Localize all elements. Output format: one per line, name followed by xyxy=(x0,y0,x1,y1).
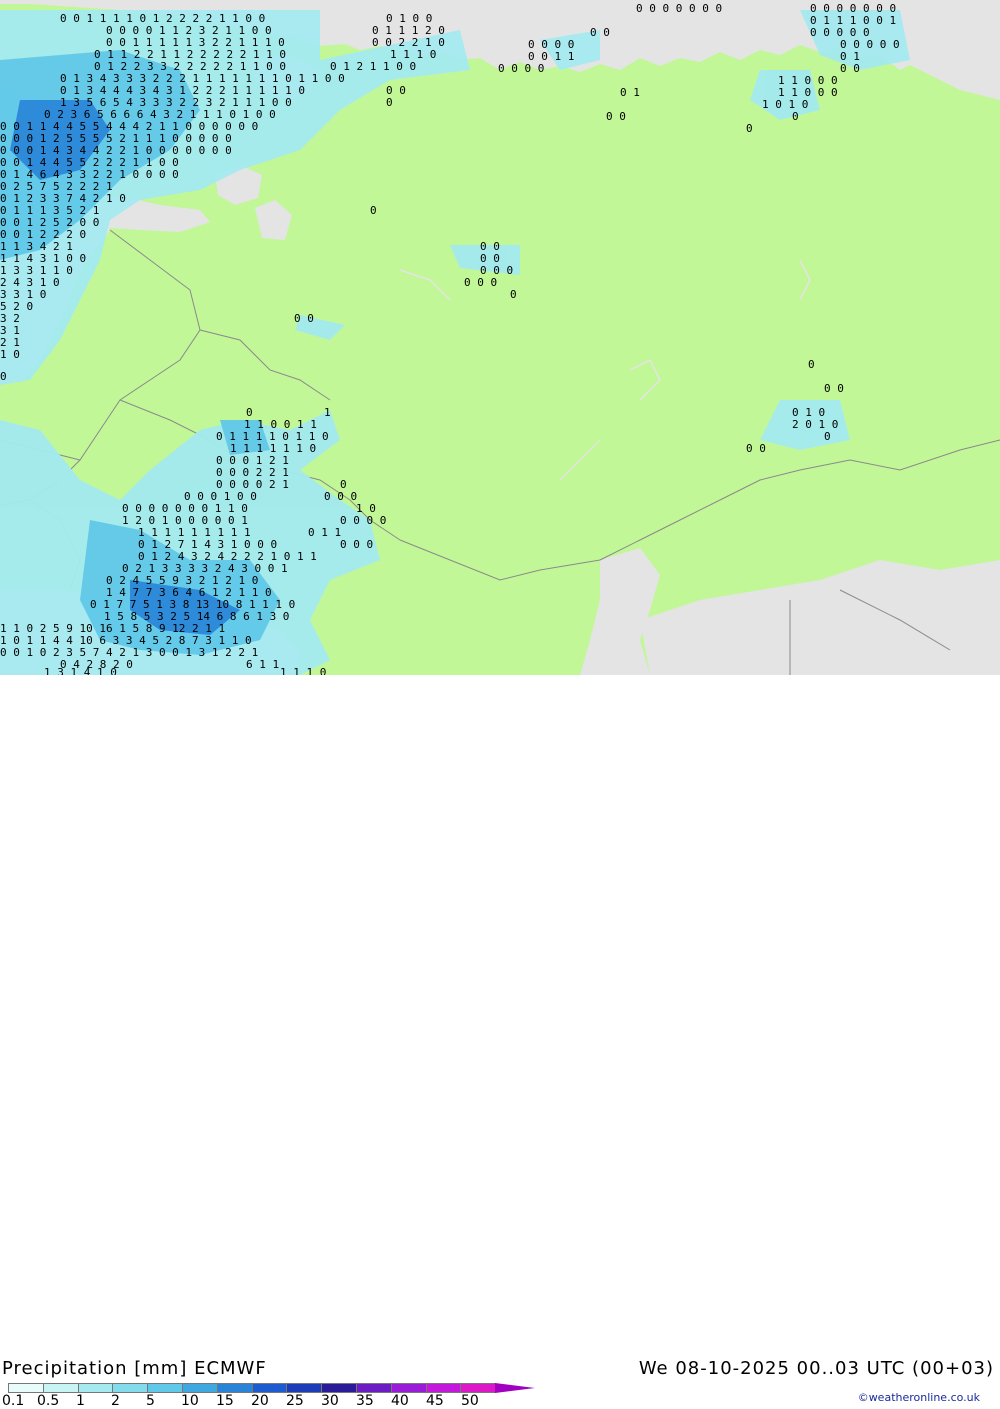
legend-colorbar xyxy=(8,1383,536,1393)
map-footer: Precipitation [mm] ECMWF We 08-10-2025 0… xyxy=(0,675,1000,1409)
value-row: 0 0 xyxy=(606,110,626,123)
south-outside xyxy=(640,560,1000,675)
value-row: 0 1 1 xyxy=(308,526,341,539)
value-row: 0 0 xyxy=(294,312,314,325)
value-row: 1 3 1 4 1 0 xyxy=(44,666,117,675)
legend-tick-label: 50 xyxy=(461,1393,479,1409)
precipitation-map: 0 0 1 1 1 1 0 1 2 2 2 2 1 1 0 0 0 1 0 0 … xyxy=(0,0,1000,675)
legend-ticks: 0.1 0.5 1 2 5 10 15 20 25 30 35 40 45 50 xyxy=(0,1393,560,1409)
legend-tick-label: 35 xyxy=(356,1393,374,1409)
value-row: 0 0 0 xyxy=(464,276,497,289)
value-row: 1 1 1 0 xyxy=(280,666,326,675)
legend-swatch-6 xyxy=(216,1383,253,1393)
legend-swatch-9 xyxy=(321,1383,357,1393)
legend-tick-label: 0.1 xyxy=(2,1393,25,1409)
value-row: 0 0 0 0 0 0 0 xyxy=(636,2,722,15)
legend-swatch-3 xyxy=(112,1383,149,1393)
precip-values: 0 0 1 1 1 1 0 1 2 2 2 2 1 1 0 0 0 1 0 0 … xyxy=(0,2,900,675)
value-row: 0 0 xyxy=(824,382,844,395)
legend-swatch-7 xyxy=(251,1383,288,1393)
legend-tick-label: 25 xyxy=(286,1393,304,1409)
value-row: 0 0 0 xyxy=(324,490,357,503)
legend-swatch-13 xyxy=(460,1383,497,1393)
value-row: 0 xyxy=(0,370,7,383)
map-canvas: 0 0 1 1 1 1 0 1 2 2 2 2 1 1 0 0 0 1 0 0 … xyxy=(0,0,1000,675)
value-row: 1 0 xyxy=(0,348,20,361)
legend-swatch-0 xyxy=(8,1383,44,1393)
value-row: 0 xyxy=(746,122,753,135)
legend-tick-label: 45 xyxy=(426,1393,444,1409)
legend-swatch-4 xyxy=(147,1383,183,1393)
legend-tick-label: 30 xyxy=(321,1393,339,1409)
value-row: 0 0 xyxy=(840,62,860,75)
legend-tick-label: 20 xyxy=(251,1393,269,1409)
forecast-time: We 08-10-2025 00..03 UTC (00+03) xyxy=(638,1358,994,1379)
value-row: 2 0 1 0 xyxy=(792,418,838,431)
value-row: 0 xyxy=(824,430,831,443)
value-row: 0 xyxy=(792,110,799,123)
value-row: 0 xyxy=(370,204,377,217)
value-row: 0 xyxy=(510,288,517,301)
legend-swatch-5 xyxy=(181,1383,218,1393)
legend-swatch-12 xyxy=(425,1383,462,1393)
weather-map-page: 0 0 1 1 1 1 0 1 2 2 2 2 1 1 0 0 0 1 0 0 … xyxy=(0,0,1000,1409)
value-row: 0 0 0 xyxy=(340,538,373,551)
legend-arrow xyxy=(495,1383,536,1393)
legend-tick-label: 40 xyxy=(391,1393,409,1409)
value-row: 1 0 1 0 xyxy=(762,98,808,111)
credit-link[interactable]: ©weatheronline.co.uk xyxy=(858,1391,980,1404)
legend-tick-label: 10 xyxy=(181,1393,199,1409)
value-row: 0 0 xyxy=(590,26,610,39)
legend-tick-label: 0.5 xyxy=(37,1393,60,1409)
value-row: 0 1 xyxy=(620,86,640,99)
value-row: 0 0 0 0 xyxy=(498,62,544,75)
legend-swatch-8 xyxy=(286,1383,323,1393)
value-row: 1 xyxy=(324,406,331,419)
value-row: 0 0 0 0 xyxy=(340,514,386,527)
legend-swatch-11 xyxy=(390,1383,427,1393)
lake-onega xyxy=(255,200,292,240)
value-row: 0 xyxy=(808,358,815,371)
legend-tick-label: 15 xyxy=(216,1393,234,1409)
legend-tick-label: 2 xyxy=(111,1393,120,1409)
legend-tick-label: 5 xyxy=(146,1393,155,1409)
value-row: 6 1 1 xyxy=(246,658,279,671)
legend-swatch-2 xyxy=(77,1383,114,1393)
map-title: Precipitation [mm] ECMWF xyxy=(2,1358,267,1379)
legend-tick-label: 1 xyxy=(76,1393,85,1409)
value-row: 0 0 xyxy=(746,442,766,455)
legend-swatch-10 xyxy=(355,1383,392,1393)
value-row: 0 xyxy=(386,96,393,109)
legend-swatch-1 xyxy=(42,1383,79,1393)
